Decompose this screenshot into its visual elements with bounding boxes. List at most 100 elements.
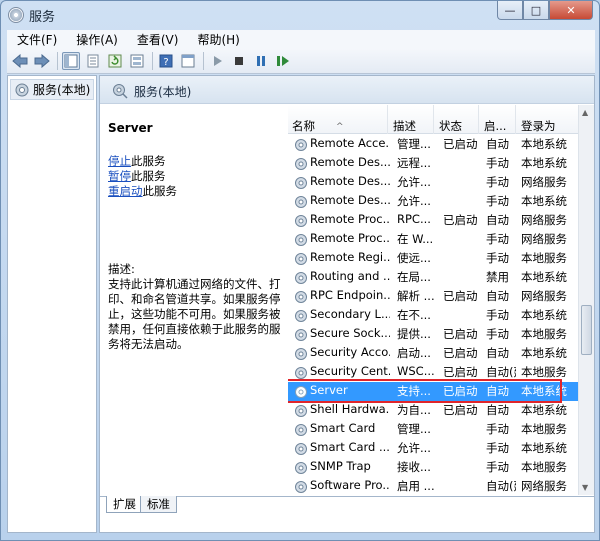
services-header-icon [113,84,128,99]
stop-service-link[interactable]: 停止 [108,154,131,168]
tab-standard[interactable]: 标准 [140,496,177,513]
menu-help[interactable]: 帮助(H) [187,31,248,48]
service-name: Software Pro... [310,478,390,492]
service-row[interactable]: Remote Des... 允许... 手动 网络服务 [288,173,578,192]
service-row[interactable]: Remote Regi... 使远... 手动 本地服务 [288,249,578,268]
column-label: 登录为 [521,119,556,133]
service-gear-icon [294,157,308,171]
service-startup-type: 自动(延迟... [486,365,516,379]
service-row[interactable]: Remote Proc... 在 W... 手动 网络服务 [288,230,578,249]
service-row[interactable]: Security Acco... 启动... 已启动自动本地系统 [288,344,578,363]
service-startup-type: 自动 [486,403,509,417]
menu-view[interactable]: 查看(V) [127,31,188,48]
service-startup-type: 自动 [486,213,509,227]
service-startup-type: 手动 [486,232,509,246]
service-startup-type: 自动 [486,137,509,151]
service-logon-as: 网络服务 [521,232,567,246]
service-startup-type: 自动(延迟... [486,479,516,493]
service-description: 管理... [397,422,431,436]
services-gear-icon [15,83,29,96]
service-logon-as: 本地服务 [521,422,567,436]
menu-file[interactable]: 文件(F) [7,31,66,48]
column-header-status[interactable]: 状态 [435,105,479,134]
service-row[interactable]: Remote Proc... RPC... 已启动 自动 网络服务 [288,211,578,230]
back-icon[interactable] [11,52,29,70]
service-gear-icon [294,442,308,456]
console-tree: 服务(本地) [7,75,97,533]
service-row[interactable]: Remote Des... 允许... 手动 本地系统 [288,192,578,211]
service-description: 允许... [397,175,431,189]
service-name: Server [310,383,348,397]
properties-icon[interactable] [84,52,102,70]
service-startup-type: 手动 [486,175,509,189]
services-app-icon [8,7,24,23]
service-row[interactable]: Smart Card ... 允许... 手动 本地系统 [288,439,578,458]
service-row[interactable]: Software Pro... 启用 ... 自动(延迟... 网络服务 [288,477,578,495]
service-status: 已启动 [443,365,478,379]
play-icon[interactable] [208,52,226,70]
service-gear-icon [294,404,308,418]
tab-extended[interactable]: 扩展 [106,496,143,513]
scroll-up-arrow-icon[interactable]: ▲ [582,108,588,117]
service-gear-icon [294,176,308,190]
console-tree-icon[interactable] [62,52,80,70]
column-header-startup-type[interactable]: 启... [480,105,516,134]
description-label: 描述: [108,262,135,276]
service-gear-icon [294,271,308,285]
export-icon[interactable] [128,52,146,70]
minimize-button[interactable]: — [497,1,523,20]
service-name: Remote Proc... [310,231,390,245]
close-button[interactable]: ✕ [549,1,593,20]
restart-service-link[interactable]: 重启动 [108,184,143,198]
action-suffix: 此服务 [131,169,166,183]
service-name: Remote Regi... [310,250,390,264]
restart-icon[interactable] [274,52,292,70]
service-row[interactable]: Smart Card 管理... 手动 本地服务 [288,420,578,439]
toolbar-separator [152,52,153,70]
forward-icon[interactable] [33,52,51,70]
service-gear-icon [294,195,308,209]
menu-action[interactable]: 操作(A) [66,31,127,48]
service-row[interactable]: Routing and ... 在局... 禁用 本地系统 [288,268,578,287]
service-description: 接收... [397,460,431,474]
scrollbar-thumb[interactable] [581,305,592,355]
services-list: ^ 名称 描述 状态 启... 登录为 Remote Acce... 管理... 已… [288,105,594,495]
console-icon[interactable] [179,52,197,70]
service-description: 在不... [397,308,431,322]
service-logon-as: 网络服务 [521,213,567,227]
refresh-icon[interactable] [106,52,124,70]
service-name: SNMP Trap [310,459,371,473]
pause-icon[interactable] [252,52,270,70]
pause-service-link[interactable]: 暂停 [108,169,131,183]
service-gear-icon [294,290,308,304]
service-row[interactable]: Security Cent... WSC... 已启动自动(延迟... 本地服务 [288,363,578,382]
stop-icon[interactable] [230,52,248,70]
service-row[interactable]: RPC Endpoin... 解析 ... 已启动 自动 网络服务 [288,287,578,306]
view-tabs: 扩展 标准 [100,496,594,516]
title-bar[interactable]: 服务 — □ ✕ [1,1,599,29]
service-row[interactable]: SNMP Trap 接收... 手动 本地服务 [288,458,578,477]
column-label: 状态 [439,119,462,133]
help-icon[interactable]: ? [157,52,175,70]
service-row[interactable]: Remote Acce... 管理... 已启动 自动 本地系统 [288,135,578,154]
service-startup-type: 手动 [486,156,509,170]
service-description: 允许... [397,441,431,455]
service-description: 在 W... [397,232,434,246]
service-row[interactable]: Secure Sock... 提供... 已启动 手动 本地服务 [288,325,578,344]
service-status: 已启动 [443,384,478,398]
service-description: 启动... [397,346,431,360]
vertical-scrollbar[interactable]: ▲ ▼ [578,105,594,495]
service-row[interactable]: Remote Des... 远程... 手动 本地系统 [288,154,578,173]
service-row[interactable]: Secondary L... 在不... 手动 本地系统 [288,306,578,325]
service-startup-type: 自动 [486,384,509,398]
column-header-logon-as[interactable]: 登录为 [517,105,578,134]
scroll-down-arrow-icon[interactable]: ▼ [582,483,588,492]
service-row[interactable]: Server 支持... 已启动 自动 本地系统 [288,382,578,401]
service-row[interactable]: Shell Hardwa... 为自... 已启动 自动 本地系统 [288,401,578,420]
column-header-description[interactable]: 描述 [389,105,434,134]
tree-item-services-local[interactable]: 服务(本地) [10,79,95,100]
column-header-name[interactable]: ^ 名称 [288,105,388,134]
pane-header-title: 服务(本地) [134,85,192,99]
service-logon-as: 本地服务 [521,251,567,265]
maximize-button[interactable]: □ [523,1,549,20]
